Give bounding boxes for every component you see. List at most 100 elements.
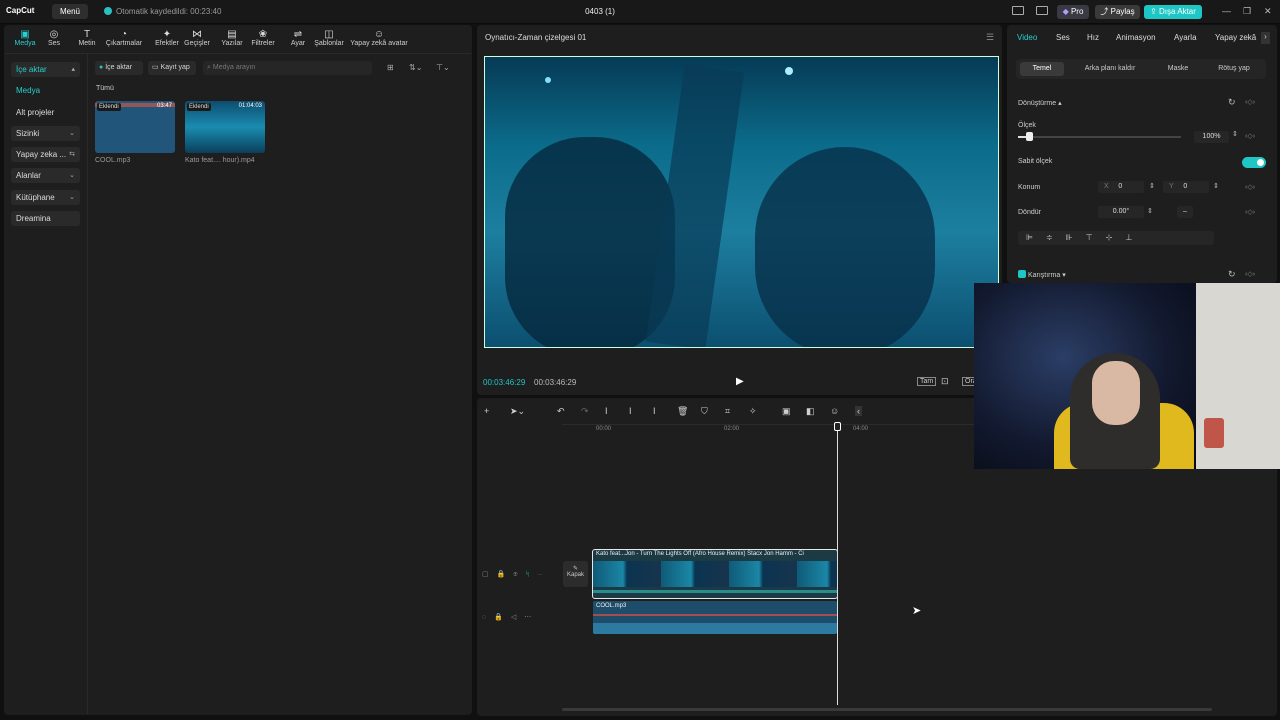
pro-button[interactable]: ◆ Pro: [1057, 5, 1089, 19]
share-button[interactable]: ⤴ Paylaş: [1095, 5, 1140, 19]
stepper-icon[interactable]: ⇕: [1147, 207, 1153, 215]
rotate-flip-button[interactable]: –: [1177, 206, 1193, 218]
tab-3[interactable]: Animasyon: [1116, 33, 1156, 42]
sidenav-item-0[interactable]: İçe aktar ▴: [11, 62, 80, 77]
align-center-icon[interactable]: ≑: [1046, 233, 1066, 242]
scale-slider-thumb[interactable]: [1026, 132, 1034, 141]
more-icon[interactable]: ⋯: [524, 614, 539, 621]
cover-button[interactable]: ✎ Kapak: [563, 561, 588, 587]
audio-clip[interactable]: COOL.mp3: [593, 601, 837, 634]
tab-1[interactable]: Ses: [1056, 33, 1070, 42]
uniform-scale-toggle[interactable]: [1242, 157, 1266, 168]
track-thumb-icon[interactable]: ▢: [482, 571, 497, 578]
video-preview[interactable]: [484, 56, 999, 348]
record-button[interactable]: ▭ Kayıt yap: [148, 61, 196, 75]
tab-5[interactable]: Yapay zekâ: [1215, 33, 1256, 42]
video-clip[interactable]: Kato feat...Jon - Turn The Lights Off (A…: [592, 549, 838, 599]
subtab-0[interactable]: Temel: [1020, 62, 1064, 76]
playhead[interactable]: [837, 423, 838, 705]
sidenav-item-5[interactable]: Alanlar ⌄: [11, 168, 80, 183]
filter-icon[interactable]: ⊤⌄: [436, 63, 450, 72]
media-item-video[interactable]: Eklendi 01:04:03 Kato feat.... hour).mp4: [185, 101, 265, 164]
sidenav-item-1[interactable]: Medya: [11, 83, 80, 98]
keyframe-icon[interactable]: ‹◇›: [1245, 270, 1255, 278]
more-icon[interactable]: ⋯: [538, 571, 550, 578]
sidenav-item-2[interactable]: Alt projeler: [11, 105, 80, 120]
rotate-input[interactable]: 0.00°: [1098, 206, 1144, 218]
position-y-input[interactable]: Y 0: [1163, 181, 1209, 193]
select-tool-icon[interactable]: ➤⌄: [510, 406, 525, 417]
subtab-3[interactable]: Rötuş yap: [1205, 62, 1263, 76]
scale-value-input[interactable]: 100%: [1194, 131, 1229, 143]
transform-heading[interactable]: Dönüştürme ▴: [1018, 99, 1062, 107]
sidenav-item-6[interactable]: Kütüphane ⌄: [11, 190, 80, 205]
mirror-icon[interactable]: ◧: [806, 406, 815, 417]
keyframe-icon[interactable]: ‹◇›: [1245, 98, 1255, 106]
eye-icon[interactable]: ◉: [513, 571, 525, 578]
lock-icon[interactable]: 🔒: [494, 614, 511, 621]
speaker-icon[interactable]: ◁: [511, 614, 524, 621]
import-button[interactable]: ● İçe aktar: [95, 61, 143, 75]
align-right-icon[interactable]: ⊪: [1066, 233, 1086, 242]
align-bottom-icon[interactable]: ⊥: [1125, 233, 1145, 242]
stepper-icon[interactable]: ⇕: [1149, 182, 1155, 190]
lock-icon[interactable]: 🔒: [497, 571, 514, 578]
delete-icon[interactable]: 🗑: [677, 406, 688, 417]
sidenav-item-4[interactable]: Yapay zeka ... ⇆: [11, 147, 80, 162]
tabs-next-icon[interactable]: ›: [1261, 32, 1270, 44]
person-icon[interactable]: ☺: [830, 406, 839, 416]
tool-ai-avatar[interactable]: ☺ Yapay zekâ avatar: [346, 29, 412, 47]
undo-icon[interactable]: ↶: [557, 406, 565, 417]
fullscreen-quality-button[interactable]: Tam: [917, 377, 937, 386]
split-left-icon[interactable]: I: [629, 406, 632, 416]
subtab-2[interactable]: Maske: [1152, 62, 1204, 76]
sidenav-item-3[interactable]: Sizinki ⌄: [11, 126, 80, 141]
stepper-icon[interactable]: ⇕: [1213, 182, 1219, 190]
sync-icon[interactable]: ᛋ: [526, 571, 538, 578]
export-button[interactable]: ⇪ Dışa Aktar: [1144, 5, 1202, 19]
tool-filters[interactable]: ❀ Filtreler: [243, 29, 283, 47]
media-item-audio[interactable]: Eklendi 03:47 COOL.mp3: [95, 101, 175, 164]
freeze-frame-icon[interactable]: ▣: [782, 406, 791, 417]
restore-icon[interactable]: ❐: [1243, 6, 1251, 17]
redo-icon[interactable]: ↷: [581, 406, 589, 417]
reset-icon[interactable]: ↻: [1228, 97, 1236, 108]
collapse-icon[interactable]: ‹: [855, 406, 862, 416]
keyframe-icon[interactable]: ‹◇›: [1245, 183, 1255, 191]
crop-icon[interactable]: ⌗: [725, 406, 730, 417]
blend-heading[interactable]: Karıştırma ▾: [1018, 270, 1066, 279]
align-left-icon[interactable]: ⊫: [1026, 233, 1046, 242]
play-icon[interactable]: ▶: [736, 376, 744, 387]
align-middle-icon[interactable]: ⊹: [1106, 233, 1126, 242]
menu-button[interactable]: Menü: [52, 4, 88, 19]
close-icon[interactable]: ✕: [1264, 6, 1272, 17]
tool-transitions[interactable]: ⋈ Geçişler: [177, 29, 217, 47]
stepper-icon[interactable]: ⇕: [1232, 130, 1238, 138]
tab-2[interactable]: Hız: [1087, 33, 1099, 42]
tab-4[interactable]: Ayarla: [1174, 33, 1197, 42]
sort-icon[interactable]: ⇅⌄: [409, 63, 422, 72]
zoom-fit-icon[interactable]: ⊡: [941, 376, 949, 387]
layout-icon[interactable]: [1012, 6, 1024, 15]
player-menu-icon[interactable]: ☰: [986, 32, 994, 43]
playhead-handle[interactable]: [834, 422, 841, 431]
grid-view-icon[interactable]: ⊞: [387, 63, 394, 72]
minimize-icon[interactable]: —: [1222, 6, 1231, 16]
keyframe-icon[interactable]: ‹◇›: [1245, 208, 1255, 216]
keyframe-icon[interactable]: ‹◇›: [1245, 132, 1255, 140]
split-right-icon[interactable]: I: [653, 406, 656, 416]
tool-text[interactable]: T Metin: [67, 29, 107, 47]
checkbox-icon[interactable]: [1018, 270, 1026, 278]
align-top-icon[interactable]: ⊤: [1086, 233, 1106, 242]
ai-edit-icon[interactable]: ✧: [749, 406, 757, 417]
audio-track-icon[interactable]: ◌: [482, 614, 494, 621]
shield-icon[interactable]: ⛉: [701, 406, 708, 417]
sidenav-item-7[interactable]: Dreamina: [11, 211, 80, 226]
scale-slider[interactable]: [1018, 136, 1181, 138]
subtab-1[interactable]: Arka planı kaldır: [1073, 62, 1147, 76]
tool-templates[interactable]: ◫ Şablonlar: [309, 29, 349, 47]
reset-icon[interactable]: ↻: [1228, 269, 1236, 280]
media-search-input[interactable]: ⌕ Medya arayın: [203, 61, 372, 75]
tab-0[interactable]: Video: [1017, 33, 1037, 42]
shortcuts-icon[interactable]: [1036, 6, 1048, 15]
